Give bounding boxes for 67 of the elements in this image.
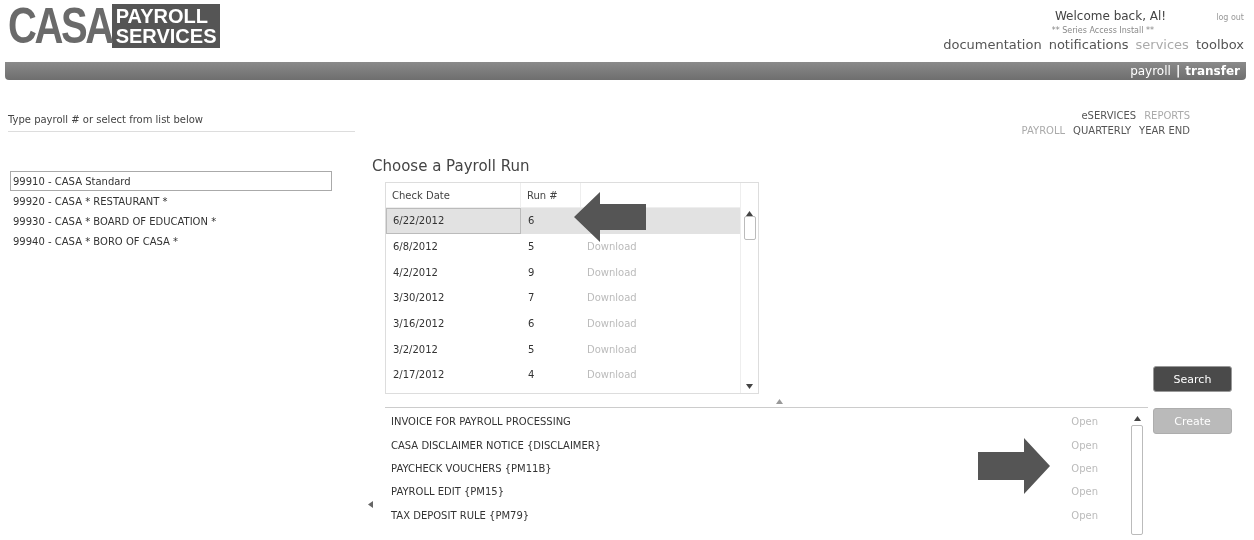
logo-text: SERVICES bbox=[115, 26, 217, 46]
download-link[interactable]: Download bbox=[587, 343, 637, 355]
open-link[interactable]: Open bbox=[1071, 416, 1098, 428]
welcome-text: Welcome back, Al! bbox=[1054, 9, 1167, 23]
nav-link[interactable]: services bbox=[1135, 37, 1189, 52]
scroll-thumb[interactable] bbox=[1131, 425, 1143, 535]
separator-text: | bbox=[1175, 64, 1181, 78]
band-link[interactable]: payroll bbox=[1130, 64, 1171, 78]
logo-text: PAYROLL bbox=[115, 6, 209, 26]
search-button[interactable]: Search bbox=[1153, 366, 1232, 392]
report-name: TAX DEPOSIT RULE {PM79} bbox=[391, 509, 530, 521]
logo-text: CASA bbox=[8, 4, 112, 48]
table-cell-text: 4 bbox=[527, 368, 536, 383]
table-cell-text: 5 bbox=[527, 342, 536, 357]
table-cell-text: 7 bbox=[527, 291, 536, 306]
notice-text: ** Series Access Install ** bbox=[1051, 26, 1154, 35]
scroll-up-icon[interactable] bbox=[1133, 416, 1141, 421]
table-cell-text: 2/17/2012 bbox=[392, 368, 446, 383]
scroll-down-icon[interactable] bbox=[746, 384, 753, 389]
band-link[interactable]: transfer bbox=[1185, 64, 1240, 78]
download-link[interactable]: Download bbox=[587, 241, 637, 253]
picker-label: Type payroll # or select from list below bbox=[8, 114, 355, 132]
table-cell: 6/22/2012 bbox=[386, 208, 521, 234]
download-link[interactable]: Download bbox=[587, 318, 637, 330]
column-header: Run # bbox=[521, 183, 581, 207]
open-link[interactable]: Open bbox=[1071, 462, 1098, 474]
download-link[interactable]: Download bbox=[587, 266, 637, 278]
payroll-item[interactable]: 99930 - CASA * BOARD OF EDUCATION * bbox=[10, 211, 332, 231]
table-cell-text: 6 bbox=[527, 317, 536, 332]
open-link[interactable]: Open bbox=[1071, 509, 1098, 521]
logout-link[interactable]: log out bbox=[1216, 13, 1244, 22]
table-cell-text: 3/30/2012 bbox=[392, 291, 446, 306]
report-name: PAYCHECK VOUCHERS {PM11B} bbox=[391, 462, 552, 474]
table-cell-text: 6/8/2012 bbox=[392, 240, 439, 255]
report-name: PAYROLL EDIT {PM15} bbox=[391, 486, 505, 498]
top-link[interactable]: eSERVICES bbox=[1081, 110, 1137, 121]
payroll-item[interactable]: 99910 - CASA Standard bbox=[10, 171, 332, 191]
table-cell-text: 3/16/2012 bbox=[392, 317, 446, 332]
column-header: Check Date bbox=[386, 183, 521, 207]
table-cell-text: 5 bbox=[527, 240, 536, 255]
top-link[interactable]: QUARTERLY bbox=[1073, 125, 1132, 136]
scroll-up-icon[interactable] bbox=[746, 211, 753, 216]
scrollbar[interactable] bbox=[740, 183, 758, 393]
top-link[interactable]: REPORTS bbox=[1144, 110, 1190, 121]
section-title: Choose a Payroll Run bbox=[372, 156, 531, 177]
payroll-item[interactable]: 99940 - CASA * BORO OF CASA * bbox=[10, 231, 332, 251]
report-name: INVOICE FOR PAYROLL PROCESSING bbox=[391, 416, 571, 428]
payroll-item[interactable]: 99920 - CASA * RESTAURANT * bbox=[10, 191, 332, 211]
scroll-thumb[interactable] bbox=[743, 216, 756, 240]
nav-link[interactable]: toolbox bbox=[1195, 37, 1244, 52]
open-link[interactable]: Open bbox=[1071, 486, 1098, 498]
table-cell-text: 6 bbox=[527, 214, 536, 229]
right-arrow-icon bbox=[978, 438, 1050, 494]
left-arrow-icon bbox=[574, 192, 646, 242]
table-cell-text: 3/2/2012 bbox=[392, 342, 439, 357]
report-name: CASA DISCLAIMER NOTICE {DISCLAIMER} bbox=[391, 439, 602, 451]
splitter-handle-icon[interactable] bbox=[776, 399, 783, 404]
download-link[interactable]: Download bbox=[587, 292, 637, 304]
download-link[interactable]: Download bbox=[587, 369, 637, 381]
top-link[interactable]: YEAR END bbox=[1139, 125, 1190, 136]
nav-link[interactable]: documentation bbox=[943, 37, 1042, 52]
open-link[interactable]: Open bbox=[1071, 439, 1098, 451]
table-cell-text: 9 bbox=[527, 265, 536, 280]
nav-link[interactable]: notifications bbox=[1048, 37, 1129, 52]
top-link[interactable]: PAYROLL bbox=[1021, 125, 1066, 136]
collapse-arrow-icon[interactable] bbox=[368, 501, 373, 508]
table-cell-text: 4/2/2012 bbox=[392, 265, 439, 280]
